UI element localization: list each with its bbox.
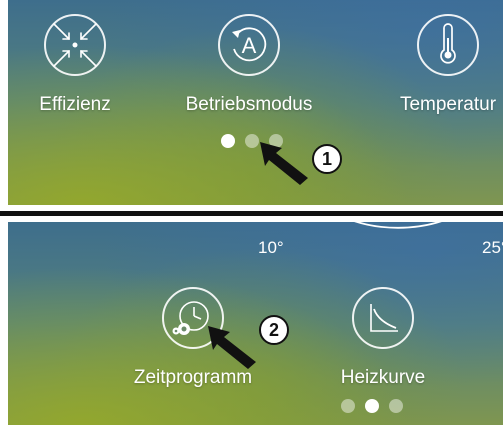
callout-arrow-2 [208, 326, 256, 369]
dial-min-label: 10° [258, 238, 284, 257]
tile-efficiency[interactable]: Effizienz [30, 14, 120, 116]
temperature-dial[interactable] [288, 222, 503, 262]
efficiency-icon [44, 14, 106, 76]
tile-heating-curve-label: Heizkurve [340, 367, 426, 388]
page-dot-1[interactable] [221, 134, 235, 148]
tile-heating-curve[interactable]: Heizkurve [328, 287, 438, 389]
callout-number-1: 1 [312, 144, 342, 174]
thermometer-icon [417, 14, 479, 76]
tile-temperature[interactable]: Temperatur [393, 14, 503, 116]
callout-number-2: 2 [259, 315, 289, 345]
page-indicator [341, 399, 403, 413]
operating-mode-icon: A [218, 14, 280, 76]
heating-curve-icon [352, 287, 414, 349]
tile-efficiency-label: Effizienz [39, 94, 111, 115]
callout-arrow-1 [260, 142, 308, 185]
screen-main-menu-page2: 10° 25° Zeitprogramm Heizkurve [8, 222, 503, 425]
page-dot-3[interactable] [389, 399, 403, 413]
screen-main-menu-page1: Effizienz A Betriebsmodus Temperatur 1 [8, 0, 503, 205]
svg-text:A: A [242, 33, 257, 58]
dial-max-label: 25° [482, 238, 503, 257]
screen-divider [0, 211, 503, 216]
tile-temperature-label: Temperatur [399, 94, 497, 115]
page-dot-2[interactable] [365, 399, 379, 413]
page-dot-1[interactable] [341, 399, 355, 413]
tile-operating-mode[interactable]: A Betriebsmodus [179, 14, 319, 116]
tile-operating-mode-label: Betriebsmodus [185, 94, 313, 115]
